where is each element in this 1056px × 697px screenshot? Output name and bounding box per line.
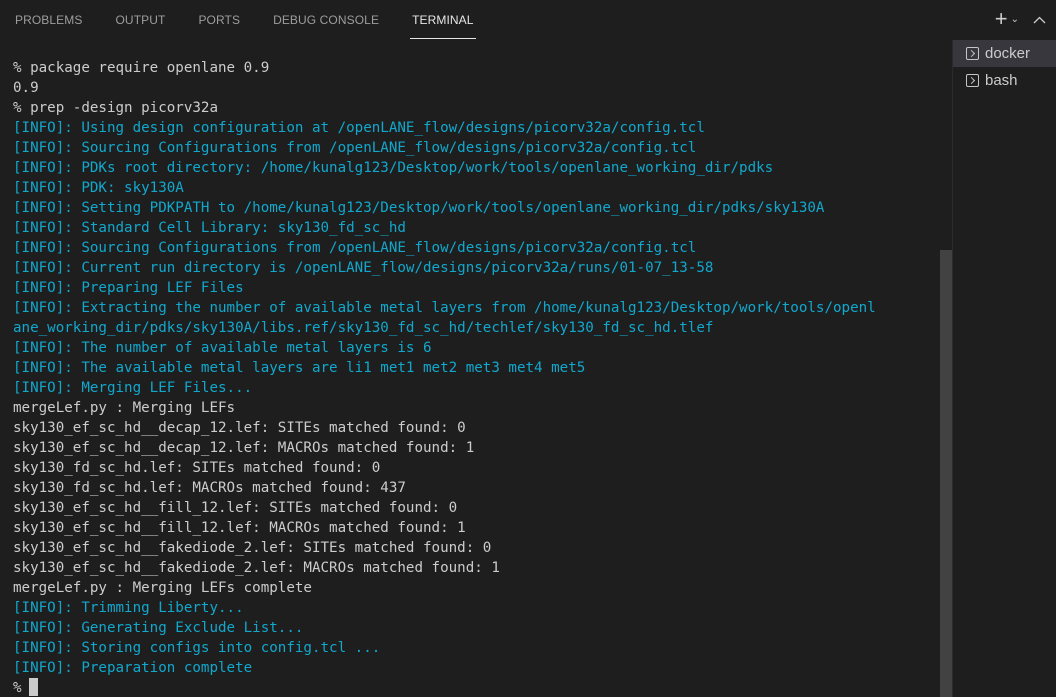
terminal-line-info: [INFO]: Preparing LEF Files bbox=[13, 280, 244, 296]
terminal-item-label: docker bbox=[985, 45, 1031, 62]
terminal-prompt-line[interactable]: % bbox=[0, 678, 940, 697]
terminal-item-bash[interactable]: bash bbox=[953, 67, 1056, 94]
terminal-line: sky130_ef_sc_hd__fill_12.lef: MACROs mat… bbox=[13, 520, 466, 536]
terminal-item-docker[interactable]: docker bbox=[953, 40, 1056, 67]
terminal-line: sky130_fd_sc_hd.lef: MACROs matched foun… bbox=[13, 480, 406, 496]
terminal-icon bbox=[966, 74, 979, 87]
terminal-line-info: [INFO]: Using design configuration at /o… bbox=[13, 120, 705, 136]
terminal-line-info: [INFO]: Current run directory is /openLA… bbox=[13, 260, 714, 276]
terminal-line: 0.9 bbox=[13, 80, 39, 96]
panel-actions: + ⌄ bbox=[995, 8, 1046, 30]
terminal-line-info: ane_working_dir/pdks/sky130A/libs.ref/sk… bbox=[13, 320, 714, 336]
plus-icon[interactable]: + bbox=[995, 8, 1008, 30]
terminal-line-info: [INFO]: PDKs root directory: /home/kunal… bbox=[13, 160, 774, 176]
terminal-line: sky130_ef_sc_hd__fakediode_2.lef: MACROs… bbox=[13, 560, 500, 576]
scrollbar-thumb[interactable] bbox=[940, 250, 952, 697]
terminal-line: % package require openlane 0.9 bbox=[13, 60, 270, 76]
panel-tab-bar: PROBLEMS OUTPUT PORTS DEBUG CONSOLE TERM… bbox=[0, 0, 1056, 40]
terminal-line-info: [INFO]: The available metal layers are l… bbox=[13, 360, 586, 376]
terminal-line: mergeLef.py : Merging LEFs bbox=[13, 400, 236, 416]
terminal-line-info: [INFO]: Sourcing Configurations from /op… bbox=[13, 240, 697, 256]
tab-ports[interactable]: PORTS bbox=[198, 0, 240, 40]
terminal-line-info: [INFO]: Trimming Liberty... bbox=[13, 600, 244, 616]
terminal-cursor bbox=[28, 678, 38, 696]
terminal-line-info: [INFO]: PDK: sky130A bbox=[13, 180, 184, 196]
terminal-line-info: [INFO]: The number of available metal la… bbox=[13, 340, 432, 356]
tab-problems[interactable]: PROBLEMS bbox=[15, 0, 83, 40]
terminal-line-info: [INFO]: Setting PDKPATH to /home/kunalg1… bbox=[13, 200, 825, 216]
terminal-line: mergeLef.py : Merging LEFs complete bbox=[13, 580, 312, 596]
terminal-panel: PROBLEMS OUTPUT PORTS DEBUG CONSOLE TERM… bbox=[0, 0, 1056, 697]
prompt-symbol: % bbox=[13, 680, 22, 696]
terminal-line-info: [INFO]: Sourcing Configurations from /op… bbox=[13, 140, 697, 156]
terminal-line-info: [INFO]: Standard Cell Library: sky130_fd… bbox=[13, 220, 406, 236]
terminal-line-info: [INFO]: Merging LEF Files... bbox=[13, 380, 253, 396]
terminal-line-info: [INFO]: Preparation complete bbox=[13, 660, 253, 676]
terminal-line-info: [INFO]: Storing configs into config.tcl … bbox=[13, 640, 381, 656]
terminal-item-label: bash bbox=[985, 72, 1018, 89]
terminal-tabs-list: docker bash bbox=[953, 40, 1056, 697]
terminal-line: sky130_ef_sc_hd__decap_12.lef: SITEs mat… bbox=[13, 420, 466, 436]
terminal-line-info: [INFO]: Extracting the number of availab… bbox=[13, 300, 876, 316]
terminal-line: sky130_ef_sc_hd__fill_12.lef: SITEs matc… bbox=[13, 500, 458, 516]
tab-debug-console[interactable]: DEBUG CONSOLE bbox=[273, 0, 379, 40]
terminal-line: % prep -design picorv32a bbox=[13, 100, 218, 116]
chevron-down-icon[interactable]: ⌄ bbox=[1011, 14, 1019, 25]
terminal-line: sky130_fd_sc_hd.lef: SITEs matched found… bbox=[13, 460, 381, 476]
terminal-output[interactable]: % package require openlane 0.9 0.9 % prep … bbox=[0, 58, 940, 697]
tab-output[interactable]: OUTPUT bbox=[116, 0, 166, 40]
terminal-line-info: [INFO]: Generating Exclude List... bbox=[13, 620, 304, 636]
tab-terminal[interactable]: TERMINAL bbox=[410, 0, 477, 40]
chevron-up-icon[interactable] bbox=[1033, 11, 1046, 27]
terminal-icon bbox=[966, 47, 979, 60]
terminal-line: sky130_ef_sc_hd__decap_12.lef: MACROs ma… bbox=[13, 440, 475, 456]
terminal-scrollbar[interactable] bbox=[940, 40, 952, 697]
terminal-line: sky130_ef_sc_hd__fakediode_2.lef: SITEs … bbox=[13, 540, 492, 556]
